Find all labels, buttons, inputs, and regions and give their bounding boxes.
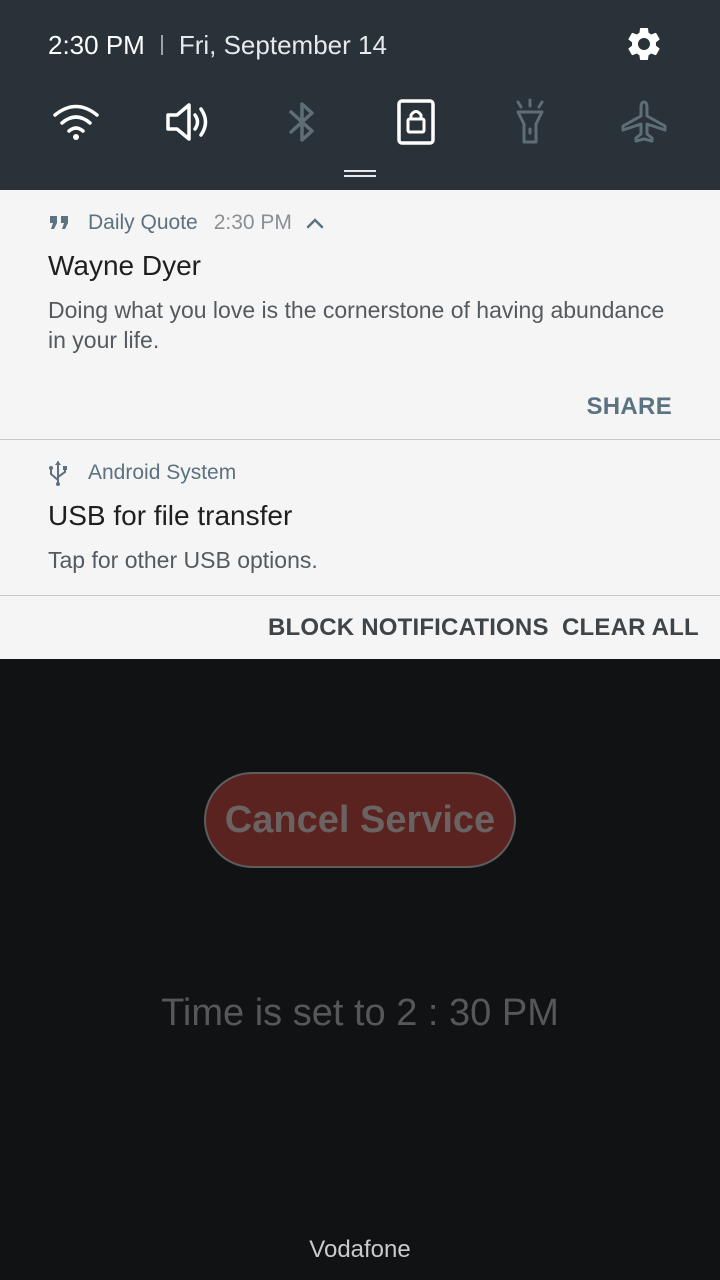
- notification-daily-quote[interactable]: Daily Quote 2:30 PM Wayne Dyer Doing wha…: [0, 190, 720, 439]
- expand-handle[interactable]: [344, 170, 376, 178]
- quote-icon: [48, 210, 76, 236]
- bluetooth-tile[interactable]: [272, 90, 332, 154]
- carrier-label: Vodafone: [309, 1236, 411, 1263]
- quick-tiles-row: [0, 90, 720, 154]
- block-notifications-button[interactable]: BLOCK NOTIFICATIONS: [268, 614, 549, 642]
- notification-time: 2:30 PM: [213, 211, 292, 234]
- clock-time: 2:30 PM: [48, 29, 145, 60]
- datetime-separator: [160, 35, 163, 55]
- notification-title: Wayne Dyer: [48, 250, 202, 281]
- notification-header: Daily Quote 2:30 PM: [48, 210, 324, 236]
- airplane-icon: [621, 100, 667, 143]
- notification-app-name: Daily Quote: [88, 211, 198, 234]
- wifi-icon: [53, 104, 99, 140]
- wifi-tile[interactable]: [46, 90, 106, 154]
- notification-text: Doing what you love is the cornerstone o…: [48, 297, 665, 353]
- cancel-service-button[interactable]: Cancel Service: [204, 772, 516, 868]
- settings-gear-icon[interactable]: [624, 24, 664, 64]
- sound-tile[interactable]: [159, 90, 219, 154]
- time-set-text: Time is set to 2 : 30 PM: [161, 992, 559, 1034]
- flashlight-icon: [516, 98, 544, 144]
- date-label[interactable]: Fri, September 14: [179, 30, 387, 61]
- status-datetime: 2:30 PM Fri, September 14: [48, 28, 387, 62]
- notification-footer: BLOCK NOTIFICATIONS CLEAR ALL: [0, 596, 720, 659]
- share-button[interactable]: SHARE: [586, 393, 672, 421]
- volume-icon: [166, 103, 208, 141]
- notification-text: Tap for other USB options.: [48, 547, 318, 573]
- flashlight-tile[interactable]: [500, 90, 560, 154]
- screen-lock-icon: [397, 99, 435, 145]
- notification-header: Android System: [48, 460, 236, 486]
- usb-icon: [48, 460, 76, 486]
- clear-all-button[interactable]: CLEAR ALL: [562, 614, 699, 642]
- notification-app-name: Android System: [88, 461, 237, 484]
- notification-android-system[interactable]: Android System USB for file transfer Tap…: [0, 440, 720, 595]
- screen-lock-tile[interactable]: [386, 90, 446, 154]
- notification-title: USB for file transfer: [48, 500, 293, 531]
- quick-settings-panel: 2:30 PM Fri, September 14: [0, 0, 720, 190]
- airplane-tile[interactable]: [614, 90, 674, 154]
- bluetooth-icon: [289, 102, 314, 142]
- chevron-up-icon[interactable]: [306, 217, 324, 229]
